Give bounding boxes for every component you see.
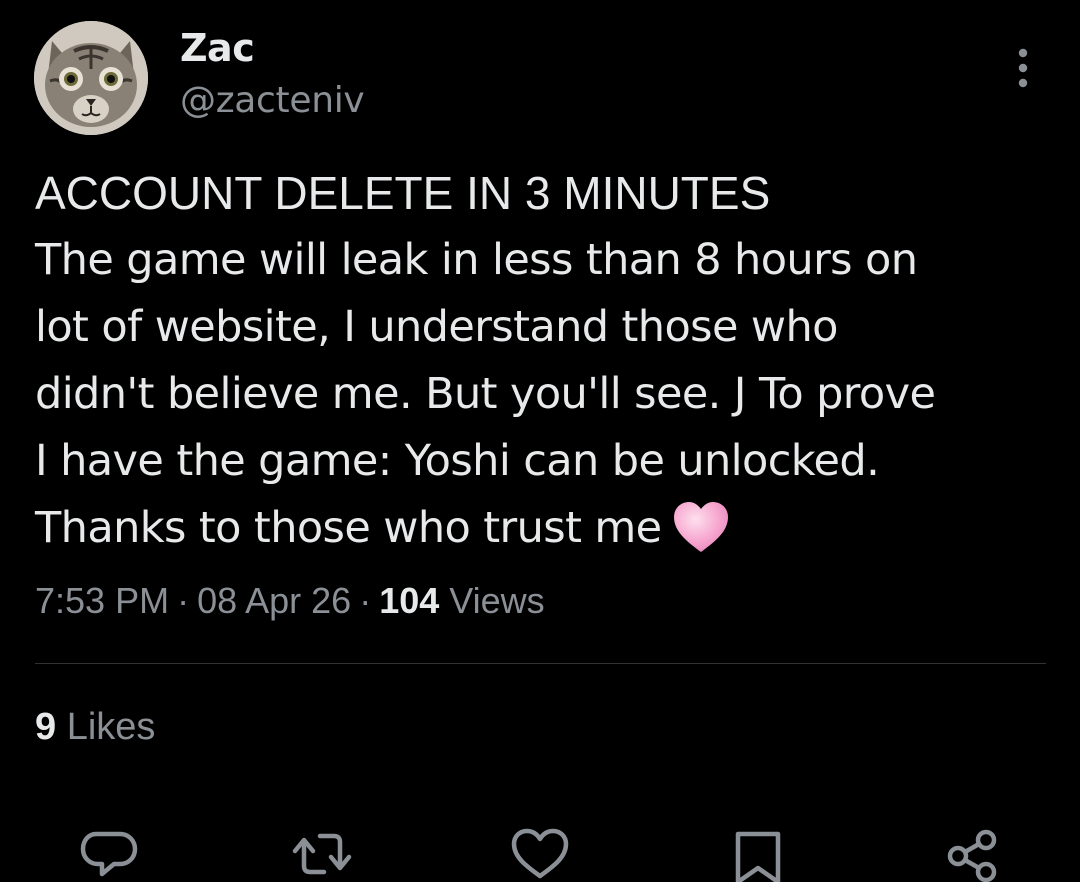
tweet-meta: 7:53 PM · 08 Apr 26 · 104 Views (35, 580, 545, 622)
divider (35, 663, 1046, 664)
likes-count: 9 (35, 706, 57, 748)
tweet-text-line: didn't believe me. But you'll see. J To … (35, 369, 936, 419)
likes-link[interactable]: 9 Likes (35, 706, 155, 749)
tweet-text-line: The game will leak in less than 8 hours … (35, 235, 918, 285)
tweet-container: Zac @zacteniv ACCOUNT DELETE IN 3 MINUTE… (0, 0, 1080, 882)
tweet-text-line: I have the game: Yoshi can be unlocked. (35, 436, 880, 486)
like-button[interactable] (508, 826, 572, 882)
tweet-text-last-line: Thanks to those who trust me (35, 495, 1055, 562)
likes-label: Likes (66, 706, 156, 748)
tweet-text: ACCOUNT DELETE IN 3 MINUTES The game wil… (35, 160, 1055, 562)
tweet-time[interactable]: 7:53 PM (35, 580, 169, 621)
tweet-text-line: lot of website, I understand those who (35, 302, 838, 352)
pink-heart-emoji-icon (673, 502, 728, 552)
heart-icon (511, 828, 569, 879)
share-icon (947, 829, 997, 882)
more-options-button[interactable] (1003, 46, 1043, 90)
retweet-button[interactable] (290, 826, 354, 882)
meta-separator: · (177, 580, 190, 621)
tweet-text-line: ACCOUNT DELETE IN 3 MINUTES (35, 167, 771, 219)
share-button[interactable] (940, 826, 1004, 882)
reply-button[interactable] (78, 826, 142, 882)
tweet-date[interactable]: 08 Apr 26 (197, 580, 351, 621)
more-options-icon (1018, 48, 1028, 88)
views-label: Views (449, 580, 545, 621)
author-avatar[interactable] (34, 21, 148, 135)
bookmark-icon (735, 831, 781, 882)
retweet-icon (292, 833, 352, 875)
meta-separator: · (359, 580, 372, 621)
tweet-text-line: Thanks to those who trust me (35, 503, 662, 553)
views-count: 104 (379, 580, 440, 621)
cat-avatar-image (34, 21, 148, 135)
reply-icon (80, 831, 138, 877)
bookmark-button[interactable] (726, 826, 790, 882)
author-handle[interactable]: @zacteniv (180, 80, 365, 121)
author-display-name[interactable]: Zac (180, 26, 255, 70)
